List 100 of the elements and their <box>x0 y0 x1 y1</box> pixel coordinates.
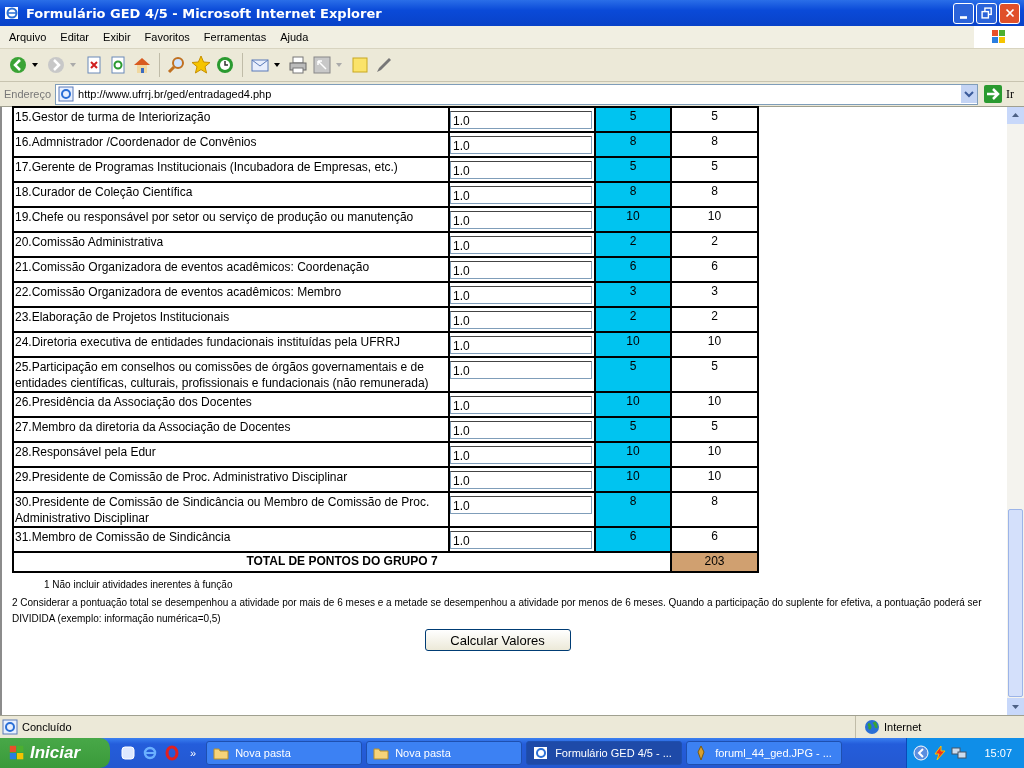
menu-item[interactable]: Exibir <box>96 31 138 43</box>
pen-icon[interactable] <box>374 55 394 75</box>
input-field[interactable]: 1.0 <box>450 186 592 204</box>
zone-text: Internet <box>884 721 923 733</box>
input-field[interactable]: 1.0 <box>450 261 592 279</box>
input-field[interactable]: 1.0 <box>450 496 592 514</box>
minimize-button[interactable] <box>953 2 974 24</box>
table-cell: 21.Comissão Organizadora de eventos acadêmicos: Coordenação <box>13 257 449 282</box>
table-cell: 10 <box>671 332 758 357</box>
input-field[interactable]: 1.0 <box>450 336 592 354</box>
table-cell: 17.Gerente de Programas Institucionais (Incubadora de Empresas, etc.) <box>13 157 449 182</box>
menu-item[interactable]: Favoritos <box>137 31 197 43</box>
page-icon <box>2 719 18 735</box>
star-icon[interactable] <box>191 55 211 75</box>
browser-icon <box>4 5 20 21</box>
input-field[interactable]: 1.0 <box>450 311 592 329</box>
window-title: Formulário GED 4/5 - Microsoft Internet Explorer <box>26 5 383 21</box>
input-field[interactable]: 1.0 <box>450 361 592 379</box>
network-icon[interactable] <box>951 745 968 761</box>
windows-logo-icon <box>974 26 1024 48</box>
table-cell: 15.Gestor de turma de Interiorização <box>13 107 449 132</box>
clock: 15:07 <box>984 747 1012 759</box>
edit-icon[interactable] <box>312 55 332 75</box>
taskbar-button[interactable]: Formulário GED 4/5 - ... <box>526 741 683 765</box>
browser-icon[interactable] <box>142 745 158 761</box>
table-cell: 3 <box>671 282 758 307</box>
restore-icon <box>979 6 994 20</box>
table-cell: 8 <box>671 182 758 207</box>
table-cell: 5 <box>671 417 758 442</box>
table-cell: 10 <box>671 392 758 417</box>
dropdown-caret-icon[interactable] <box>32 63 38 67</box>
footnote: 1 Não incluir atividades inerentes à função <box>44 579 234 591</box>
close-button[interactable] <box>999 2 1020 24</box>
table-cell: 27.Membro da diretoria da Associação de Docentes <box>13 417 449 442</box>
history-icon[interactable] <box>215 55 235 75</box>
address-label: Endereço <box>4 88 52 100</box>
calculate-button[interactable]: Calcular Valores <box>424 629 571 651</box>
taskbar-button[interactable]: foruml_44_ged.JPG - ... <box>686 741 843 765</box>
search-icon[interactable] <box>167 55 187 75</box>
stop-icon[interactable] <box>84 55 104 75</box>
taskbar-button[interactable]: Nova pasta <box>206 741 363 765</box>
chevron-left-icon[interactable] <box>913 745 930 761</box>
scroll-down-icon[interactable] <box>1007 698 1024 715</box>
menu-item[interactable]: Editar <box>53 31 97 43</box>
table-cell: 5 <box>671 357 758 392</box>
table-cell: 23.Elaboração de Projetos Institucionais <box>13 307 449 332</box>
home-icon[interactable] <box>132 55 152 75</box>
table-cell: 5 <box>671 157 758 182</box>
table-cell: 20.Comissão Administrativa <box>13 232 449 257</box>
table-cell: 28.Responsável pela Edur <box>13 442 449 467</box>
taskbar-button[interactable]: Nova pasta <box>366 741 523 765</box>
minimize-icon <box>960 15 967 19</box>
menu-item[interactable]: Arquivo <box>2 31 54 43</box>
table-cell: 5 <box>595 107 671 132</box>
table-cell: 5 <box>671 107 758 132</box>
page-icon <box>58 86 75 102</box>
dropdown-caret-icon[interactable] <box>274 63 280 67</box>
input-field[interactable]: 1.0 <box>450 396 592 414</box>
refresh-icon[interactable] <box>108 55 128 75</box>
printer-icon[interactable] <box>288 55 308 75</box>
input-field[interactable]: 1.0 <box>450 471 592 489</box>
globe-icon <box>864 719 880 735</box>
table-cell: 6 <box>671 257 758 282</box>
folder-icon <box>373 745 390 761</box>
table-cell: 2 <box>671 232 758 257</box>
table-cell: 8 <box>595 492 671 527</box>
table-cell: 22.Comissão Organizadora de eventos acadêmicos: Membro <box>13 282 449 307</box>
table-cell: TOTAL DE PONTOS DO GRUPO 7 <box>13 552 671 572</box>
input-field[interactable]: 1.0 <box>450 111 592 129</box>
table-cell: 8 <box>671 492 758 527</box>
input-field[interactable]: 1.0 <box>450 531 592 549</box>
table-cell: 31.Membro de Comissão de Sindicância <box>13 527 449 552</box>
input-field[interactable]: 1.0 <box>450 286 592 304</box>
address-field[interactable]: http://www.ufrrj.br/ged/entradaged4.php <box>55 83 978 105</box>
table-cell: 16.Admnistrador /Coordenador de Convênios <box>13 132 449 157</box>
dropdown-icon[interactable] <box>961 85 977 103</box>
app-icon[interactable] <box>120 745 136 761</box>
scroll-up-icon[interactable] <box>1007 107 1024 124</box>
table-cell: 18.Curador de Coleção Científica <box>13 182 449 207</box>
browser-icon <box>533 745 550 761</box>
go-button[interactable]: Ir <box>982 85 1020 103</box>
table-cell: 10 <box>671 442 758 467</box>
chevron-button[interactable]: » <box>190 747 197 759</box>
input-field[interactable]: 1.0 <box>450 136 592 154</box>
input-field[interactable]: 1.0 <box>450 236 592 254</box>
scrollbar[interactable] <box>1007 107 1024 715</box>
input-field[interactable]: 1.0 <box>450 421 592 439</box>
status-text: Concluído <box>22 721 73 733</box>
scroll-thumb[interactable] <box>1008 509 1023 697</box>
table-cell: 2 <box>671 307 758 332</box>
table-cell: 10 <box>671 207 758 232</box>
menu-item[interactable]: Ajuda <box>273 31 316 43</box>
input-field[interactable]: 1.0 <box>450 211 592 229</box>
input-field[interactable]: 1.0 <box>450 161 592 179</box>
input-field[interactable]: 1.0 <box>450 446 592 464</box>
menu-item[interactable]: Ferramentas <box>196 31 274 43</box>
table-cell: 26.Presidência da Associação dos Docentes <box>13 392 449 417</box>
restore-button[interactable] <box>976 2 997 24</box>
table-cell: 25.Participação em conselhos ou comissões de órgãos governamentais e de entidades científicas, culturais, profissionais e fundacionais (não remunerada) <box>13 357 449 392</box>
lightning-icon[interactable] <box>932 745 949 761</box>
